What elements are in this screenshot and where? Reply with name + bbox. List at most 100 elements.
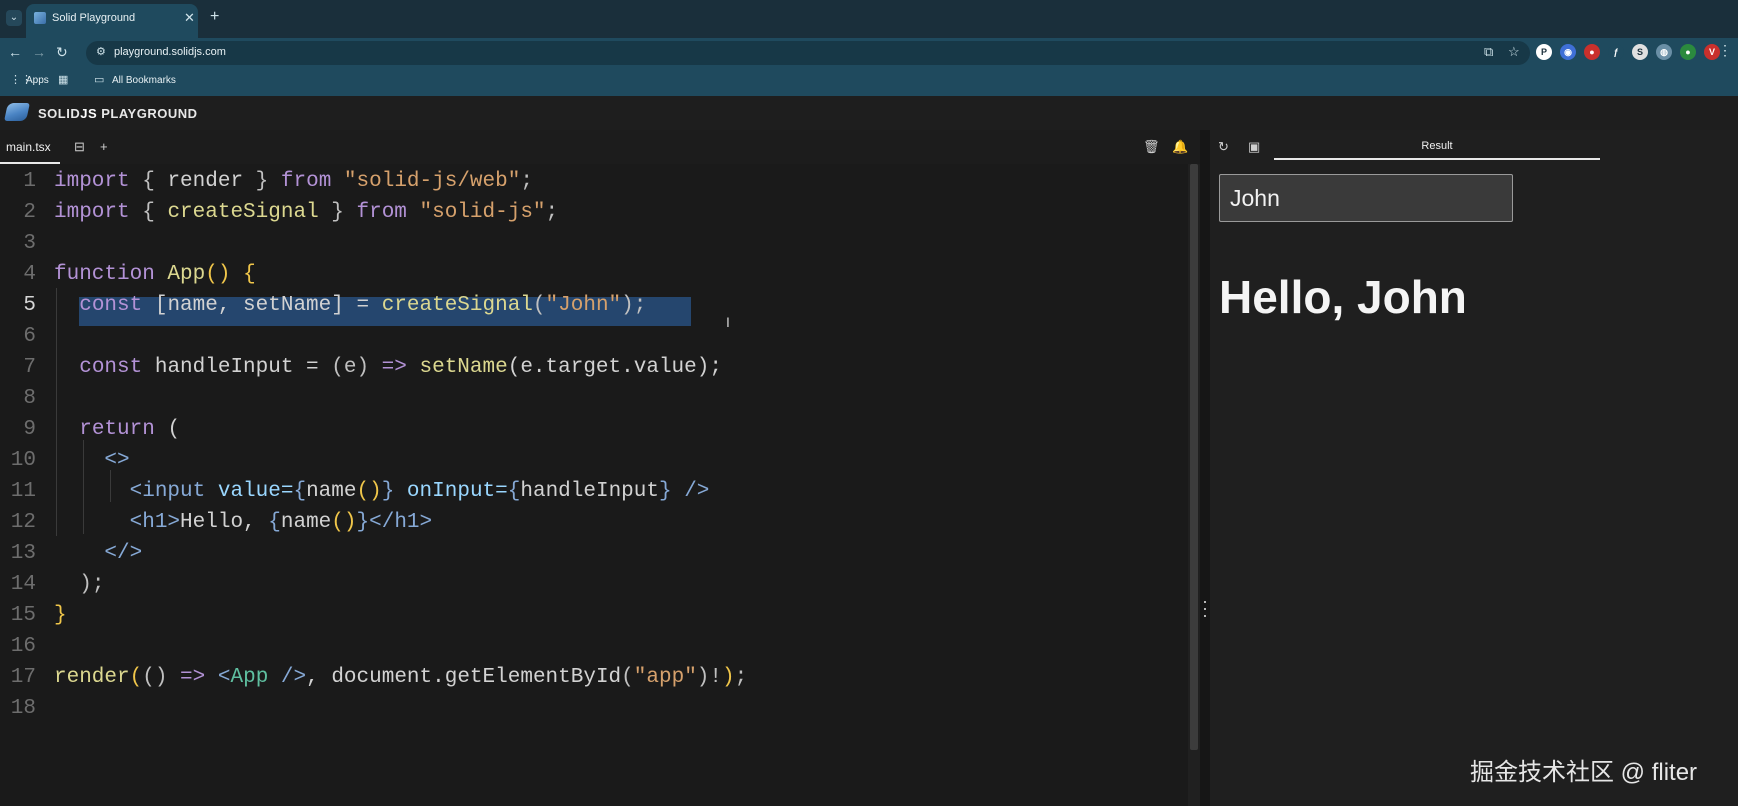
code-token: <	[217, 666, 231, 689]
result-tab-label: Result	[1421, 140, 1453, 152]
code-line[interactable]: 17 render(() => <App />, document.getElem…	[0, 662, 1180, 693]
extension-icon[interactable]: P	[1536, 44, 1552, 60]
solid-favicon-icon	[34, 12, 46, 24]
hello-heading: Hello, John	[1219, 271, 1467, 323]
code-token: (	[532, 294, 546, 317]
text-cursor-icon: I	[726, 314, 730, 330]
playground-header	[0, 96, 1738, 130]
chevron-down-icon[interactable]: ⌄	[6, 10, 22, 26]
code-line[interactable]: 11 <input value={name()} onInput={handle…	[0, 476, 1180, 507]
code-token: name	[306, 480, 357, 503]
star-icon[interactable]: ☆	[1508, 44, 1520, 60]
code-token: render	[154, 170, 256, 193]
inbox-icon[interactable]: ⊟	[74, 139, 85, 155]
drag-handle-icon[interactable]: · · ·	[1200, 592, 1210, 624]
extension-icon[interactable]: ●	[1680, 44, 1696, 60]
address-bar[interactable]	[86, 41, 1530, 65]
code-text: <input value={name()} onInput={handleInp…	[54, 476, 710, 507]
install-app-icon[interactable]: ⧉	[1484, 44, 1493, 60]
code-line[interactable]: 14 );	[0, 569, 1180, 600]
code-token: ;	[520, 170, 533, 193]
bookmark-all[interactable]: All Bookmarks	[112, 75, 176, 86]
tab-groups-icon[interactable]: ▦	[58, 73, 68, 86]
code-token: }	[255, 170, 269, 193]
line-number: 15	[10, 604, 36, 627]
code-line[interactable]: 6	[0, 321, 1180, 352]
code-line[interactable]: 18	[0, 693, 1180, 724]
code-token: function	[54, 263, 155, 286]
code-token: (e.target.value);	[507, 356, 722, 379]
code-token: import	[54, 170, 130, 193]
code-editor[interactable]: 1 import { render } from "solid-js/web"; 2…	[0, 164, 1188, 806]
code-line[interactable]: 4 function App() {	[0, 259, 1180, 290]
arrow-right-icon[interactable]: →	[32, 44, 46, 60]
pane-splitter[interactable]	[1200, 130, 1210, 806]
code-token: </h1>	[369, 511, 433, 534]
close-icon[interactable]: ✕	[184, 10, 195, 26]
trash-icon[interactable]: 🗑	[1143, 139, 1160, 155]
reload-icon[interactable]: ↻	[56, 44, 68, 61]
extension-icon[interactable]: S	[1632, 44, 1648, 60]
code-text: <h1>Hello, {name()}</h1>	[54, 507, 433, 538]
code-text: import { createSignal } from "solid-js";	[54, 197, 558, 228]
code-token: }	[54, 604, 67, 627]
url-text[interactable]: playground.solidjs.com	[114, 46, 226, 58]
terminal-icon[interactable]: ▣	[1248, 139, 1260, 155]
code-line[interactable]: 3	[0, 228, 1180, 259]
code-token: )!	[696, 666, 723, 689]
code-line[interactable]: 9 return (	[0, 414, 1180, 445]
code-line[interactable]: 10 <>	[0, 445, 1180, 476]
code-text: const handleInput = (e) => setName(e.tar…	[54, 352, 722, 383]
code-text: return (	[54, 414, 180, 445]
file-tab-label: main.tsx	[6, 140, 51, 154]
code-token: ()	[356, 480, 382, 503]
code-token: , document.getElementById	[306, 666, 622, 689]
folder-icon[interactable]: ▭	[94, 73, 104, 86]
site-settings-icon[interactable]: ⚙	[96, 45, 106, 58]
extension-icon[interactable]: ◍	[1656, 44, 1672, 60]
app-title-bold: JS	[80, 106, 98, 121]
line-number: 8	[23, 387, 36, 410]
code-line[interactable]: 1 import { render } from "solid-js/web";	[0, 166, 1180, 197]
code-token: "solid-js/web"	[343, 170, 521, 193]
code-token: ()	[205, 263, 231, 286]
line-number: 4	[23, 263, 36, 286]
line-number: 3	[23, 232, 36, 255]
extension-icon[interactable]: ƒ	[1608, 44, 1624, 60]
code-token: {	[142, 201, 155, 224]
bookmark-apps[interactable]: Apps	[26, 75, 49, 86]
code-line[interactable]: 16	[0, 631, 1180, 662]
arrow-left-icon[interactable]: ←	[8, 44, 22, 60]
code-line[interactable]: 8	[0, 383, 1180, 414]
bell-icon[interactable]: 🔔	[1172, 139, 1188, 155]
code-token: <input	[129, 480, 206, 503]
code-token: return	[79, 418, 155, 441]
plus-icon[interactable]: +	[210, 8, 219, 26]
code-token: {	[507, 480, 521, 503]
code-line[interactable]: 5 const [name, setName] = createSignal("…	[0, 290, 1180, 321]
extension-icon[interactable]: ◉	[1560, 44, 1576, 60]
extension-icon[interactable]: ●	[1584, 44, 1600, 60]
line-number: 17	[10, 666, 36, 689]
code-line[interactable]: 2 import { createSignal } from "solid-js"…	[0, 197, 1180, 228]
code-text: function App() {	[54, 259, 256, 290]
scrollbar-thumb[interactable]	[1190, 164, 1198, 750]
code-line[interactable]: 12 <h1>Hello, {name()}</h1>	[0, 507, 1180, 538]
code-line[interactable]: 15}	[0, 600, 1180, 631]
code-token: }	[658, 480, 672, 503]
refresh-icon[interactable]: ↻	[1218, 139, 1229, 155]
app-title-prefix: SOLID	[38, 106, 81, 121]
add-file-icon[interactable]: +	[100, 139, 108, 154]
code-line[interactable]: 7 const handleInput = (e) => setName(e.t…	[0, 352, 1180, 383]
code-token: onInput=	[394, 480, 508, 503]
name-input[interactable]	[1219, 174, 1513, 222]
code-token: App	[230, 666, 269, 689]
code-line[interactable]: 13 </>	[0, 538, 1180, 569]
more-menu-icon[interactable]: ⋮	[1718, 42, 1732, 59]
code-token: App	[154, 263, 206, 286]
